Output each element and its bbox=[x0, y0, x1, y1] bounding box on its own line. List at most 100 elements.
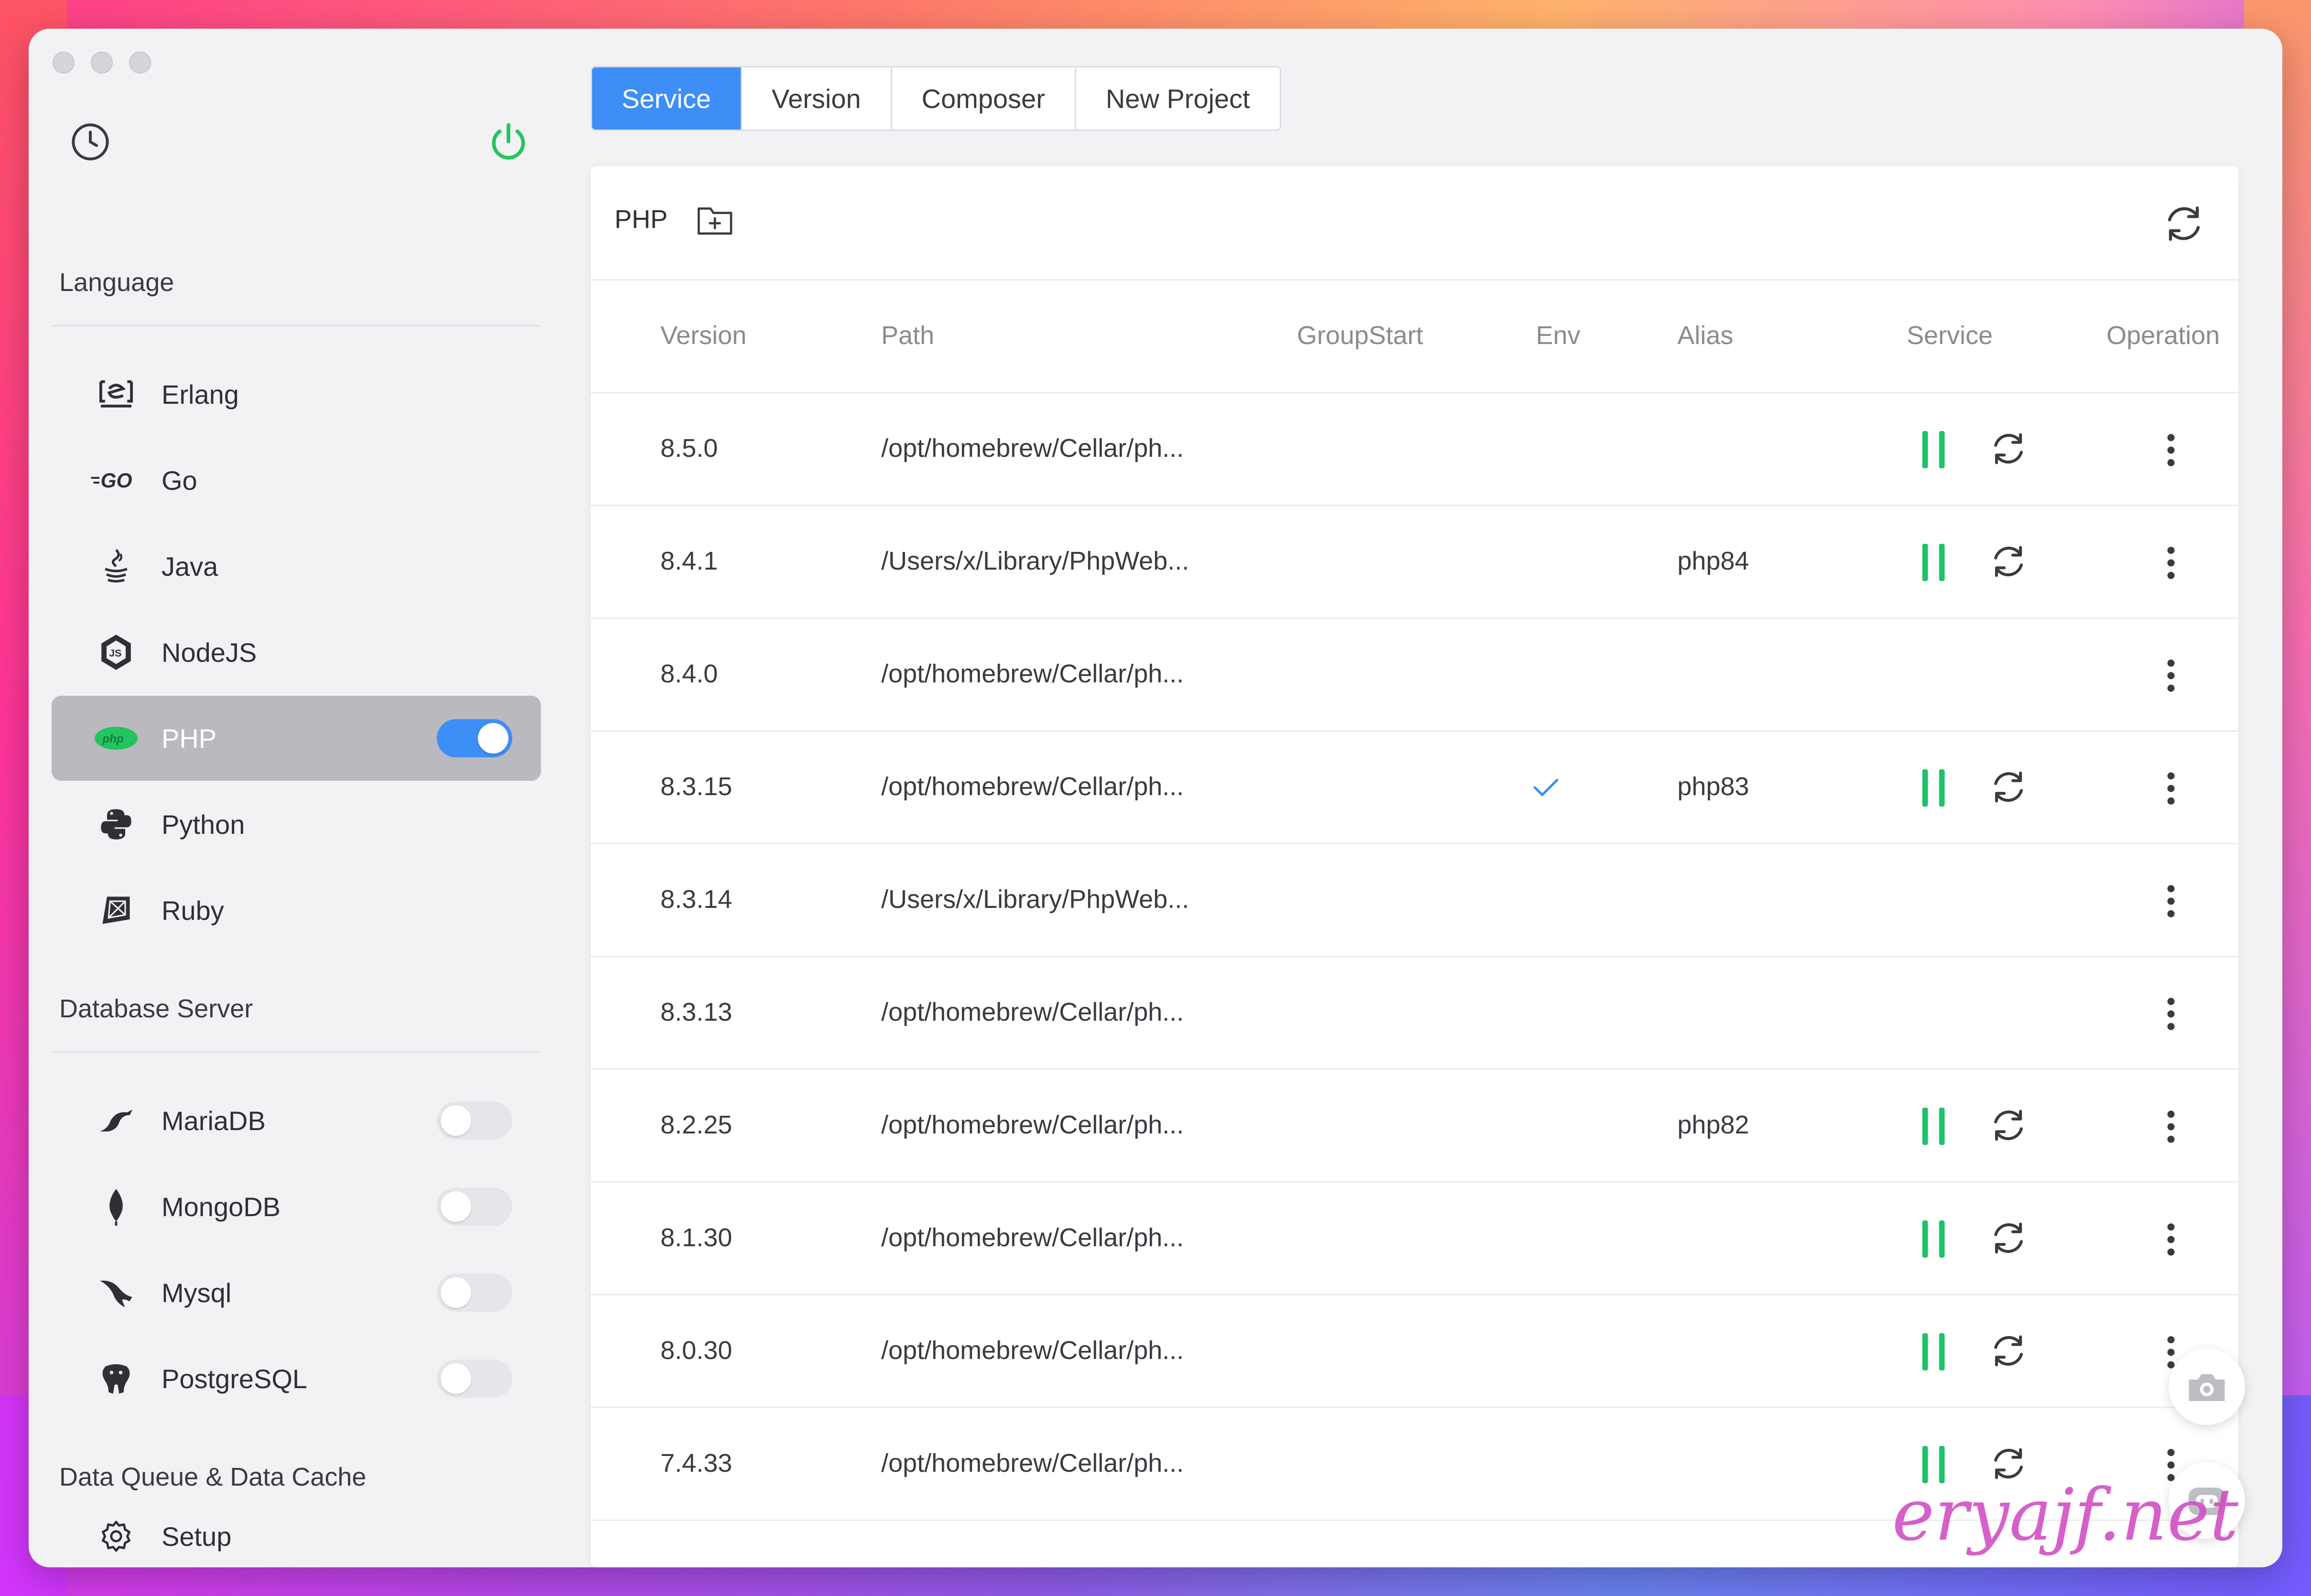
divider bbox=[52, 1051, 541, 1053]
pause-icon[interactable] bbox=[1920, 431, 1947, 468]
clock-icon[interactable] bbox=[69, 120, 112, 163]
table-row: 8.3.15/opt/homebrew/Cellar/ph... php83 bbox=[591, 730, 2238, 844]
path-cell: /Users/x/Library/PhpWeb... bbox=[881, 885, 1189, 914]
sidebar-item-label: Java bbox=[162, 551, 218, 582]
sidebar-item-label: Setup bbox=[162, 1521, 232, 1552]
restart-icon[interactable] bbox=[1988, 428, 2029, 469]
sidebar-item-nodejs[interactable]: JS NodeJS bbox=[52, 610, 541, 695]
column-header-groupstart: GroupStart bbox=[1297, 321, 1424, 350]
column-header-env: Env bbox=[1536, 321, 1581, 350]
more-options-icon[interactable] bbox=[2164, 545, 2178, 581]
sidebar-item-postgresql[interactable]: PostgreSQL bbox=[52, 1336, 541, 1421]
table-row: 8.0.30/opt/homebrew/Cellar/ph... bbox=[591, 1294, 2238, 1408]
sidebar-item-mysql[interactable]: Mysql bbox=[52, 1250, 541, 1335]
table-row: 8.5.0/opt/homebrew/Cellar/ph... bbox=[591, 392, 2238, 506]
erlang-icon bbox=[90, 373, 142, 416]
tab-version[interactable]: Version bbox=[742, 67, 892, 129]
alias-cell: php83 bbox=[1677, 772, 1749, 801]
folder-plus-icon[interactable] bbox=[696, 204, 734, 237]
restart-icon[interactable] bbox=[1988, 1218, 2029, 1259]
sidebar-item-label: Go bbox=[162, 465, 197, 496]
mariadb-service-toggle[interactable] bbox=[437, 1101, 512, 1140]
more-options-icon[interactable] bbox=[2164, 883, 2178, 919]
pause-icon[interactable] bbox=[1920, 769, 1947, 807]
restart-icon[interactable] bbox=[1988, 1330, 2029, 1371]
sidebar-item-label: NodeJS bbox=[162, 637, 257, 668]
pause-icon[interactable] bbox=[1920, 544, 1947, 581]
version-cell: 8.5.0 bbox=[660, 434, 718, 463]
alias-cell: php84 bbox=[1677, 547, 1749, 575]
path-cell: /opt/homebrew/Cellar/ph... bbox=[881, 1336, 1184, 1365]
sidebar-item-label: Python bbox=[162, 809, 245, 840]
mongodb-service-toggle[interactable] bbox=[437, 1187, 512, 1226]
more-options-icon[interactable] bbox=[2164, 432, 2178, 468]
screenshot-float-button[interactable] bbox=[2169, 1348, 2245, 1425]
tab-service[interactable]: Service bbox=[592, 67, 742, 129]
table-row: 8.3.14/Users/x/Library/PhpWeb... bbox=[591, 843, 2238, 957]
python-icon bbox=[90, 803, 142, 846]
sidebar-item-java[interactable]: Java bbox=[52, 524, 541, 609]
path-cell: /opt/homebrew/Cellar/ph... bbox=[881, 772, 1184, 801]
version-cell: 8.3.15 bbox=[660, 772, 733, 801]
version-cell: 8.4.1 bbox=[660, 547, 718, 575]
sidebar-item-mariadb[interactable]: MariaDB bbox=[52, 1078, 541, 1163]
path-cell: /opt/homebrew/Cellar/ph... bbox=[881, 434, 1184, 463]
postgresql-icon bbox=[90, 1357, 142, 1400]
path-cell: /opt/homebrew/Cellar/ph... bbox=[881, 1111, 1184, 1139]
sidebar-item-erlang[interactable]: Erlang bbox=[52, 352, 541, 437]
sidebar-item-label: PostgreSQL bbox=[162, 1363, 308, 1394]
app-window: Language Erlang GO Go Java JS NodeJS php… bbox=[29, 29, 2282, 1567]
sidebar-item-go[interactable]: GO Go bbox=[52, 438, 541, 523]
version-cell: 8.3.13 bbox=[660, 998, 733, 1026]
svg-text:GO: GO bbox=[101, 470, 132, 492]
tab-composer[interactable]: Composer bbox=[892, 67, 1076, 129]
pause-icon[interactable] bbox=[1920, 1333, 1947, 1370]
watermark: eryajf.net bbox=[1892, 1474, 2238, 1557]
more-options-icon[interactable] bbox=[2164, 1109, 2178, 1145]
restart-icon[interactable] bbox=[1988, 1105, 2029, 1146]
restart-icon[interactable] bbox=[1988, 766, 2029, 808]
path-cell: /opt/homebrew/Cellar/ph... bbox=[881, 659, 1184, 688]
column-header-service: Service bbox=[1907, 321, 1993, 350]
java-icon bbox=[90, 545, 142, 588]
more-options-icon[interactable] bbox=[2164, 658, 2178, 694]
version-cell: 8.4.0 bbox=[660, 659, 718, 688]
postgresql-service-toggle[interactable] bbox=[437, 1359, 512, 1398]
path-cell: /opt/homebrew/Cellar/ph... bbox=[881, 998, 1184, 1026]
sidebar-item-label: Ruby bbox=[162, 895, 224, 926]
env-check-icon bbox=[1533, 778, 1558, 797]
php-icon: php bbox=[90, 717, 142, 760]
version-cell: 8.2.25 bbox=[660, 1111, 733, 1139]
more-options-icon[interactable] bbox=[2164, 1221, 2178, 1258]
version-cell: 8.1.30 bbox=[660, 1223, 733, 1252]
path-cell: /Users/x/Library/PhpWeb... bbox=[881, 547, 1189, 575]
more-options-icon[interactable] bbox=[2164, 770, 2178, 807]
sidebar-item-python[interactable]: Python bbox=[52, 782, 541, 867]
gear-icon bbox=[90, 1515, 142, 1558]
mariadb-icon bbox=[90, 1099, 142, 1142]
nodejs-icon: JS bbox=[90, 631, 142, 674]
power-icon[interactable] bbox=[486, 119, 530, 163]
sidebar-item-php[interactable]: php PHP bbox=[52, 696, 541, 781]
column-header-operation: Operation bbox=[2106, 321, 2220, 350]
mysql-service-toggle[interactable] bbox=[437, 1273, 512, 1312]
svg-text:php: php bbox=[102, 733, 124, 745]
version-cell: 7.4.33 bbox=[660, 1449, 733, 1477]
sidebar-item-setup[interactable]: Setup bbox=[52, 1496, 541, 1567]
mongodb-icon bbox=[90, 1185, 142, 1228]
more-options-icon[interactable] bbox=[2164, 996, 2178, 1032]
table-row: 8.2.25/opt/homebrew/Cellar/ph... php82 bbox=[591, 1068, 2238, 1183]
refresh-icon[interactable] bbox=[2161, 201, 2207, 247]
php-service-toggle[interactable] bbox=[437, 719, 512, 757]
version-cell: 8.3.14 bbox=[660, 885, 733, 914]
sidebar-item-label: Mysql bbox=[162, 1277, 232, 1308]
pause-icon[interactable] bbox=[1920, 1108, 1947, 1145]
restart-icon[interactable] bbox=[1988, 541, 2029, 582]
divider bbox=[52, 325, 541, 326]
path-cell: /opt/homebrew/Cellar/ph... bbox=[881, 1223, 1184, 1252]
sidebar-item-ruby[interactable]: Ruby bbox=[52, 868, 541, 953]
sidebar-item-mongodb[interactable]: MongoDB bbox=[52, 1164, 541, 1249]
tab-new-project[interactable]: New Project bbox=[1076, 67, 1280, 129]
table-header: Version Path GroupStart Env Alias Servic… bbox=[591, 279, 2238, 393]
pause-icon[interactable] bbox=[1920, 1220, 1947, 1258]
